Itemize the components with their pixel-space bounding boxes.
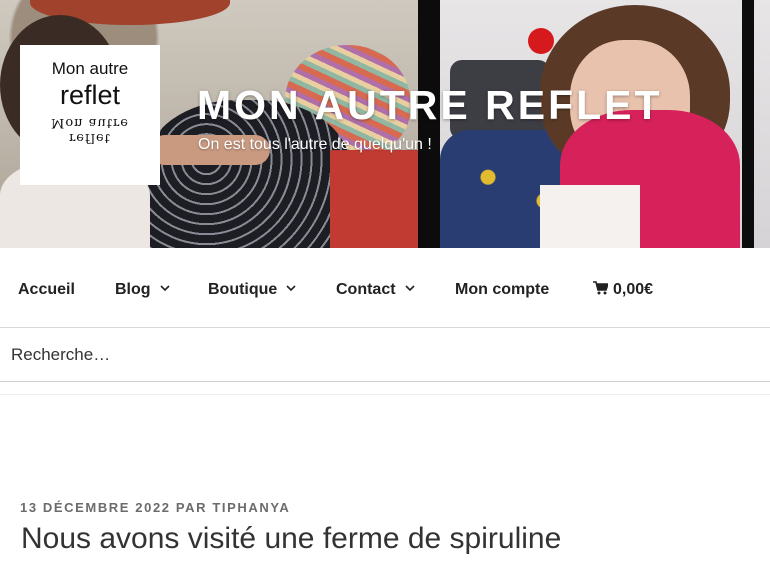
nav-item-label: Contact bbox=[336, 281, 396, 298]
header-hero-image: Mon autre reflet reflet Mon autre MON AU… bbox=[0, 0, 770, 248]
post-date[interactable]: 13 DÉCEMBRE 2022 bbox=[20, 500, 171, 515]
nav-item-blog[interactable]: Blog bbox=[115, 281, 170, 299]
main-navigation: Accueil Blog Boutique Contact Mon compte… bbox=[0, 248, 770, 328]
site-description: On est tous l'autre de quelqu'un ! bbox=[198, 136, 432, 153]
site-logo[interactable]: Mon autre reflet reflet Mon autre bbox=[20, 45, 160, 185]
search-bar bbox=[0, 329, 770, 382]
logo-text-line2: reflet bbox=[59, 80, 121, 110]
chevron-down-icon bbox=[404, 285, 415, 292]
nav-item-label: Accueil bbox=[18, 281, 75, 298]
nav-item-boutique[interactable]: Boutique bbox=[208, 281, 296, 299]
post-author[interactable]: TIPHANYA bbox=[212, 500, 290, 515]
post-title[interactable]: Nous avons visité une ferme de spiruline bbox=[21, 522, 561, 556]
logo-mirror-line1: reflet bbox=[69, 130, 111, 145]
nav-item-label: Blog bbox=[115, 281, 151, 298]
logo-text-line1: Mon autre bbox=[51, 59, 129, 78]
post-by-label: PAR bbox=[175, 500, 208, 515]
chevron-down-icon bbox=[159, 285, 170, 292]
logo-mirrored-text: reflet Mon autre bbox=[20, 115, 160, 145]
nav-item-label: Mon compte bbox=[455, 281, 550, 298]
site-title[interactable]: MON AUTRE REFLET bbox=[197, 82, 663, 129]
cart-amount: 0,00€ bbox=[613, 281, 654, 298]
chevron-down-icon bbox=[286, 285, 296, 292]
nav-item-label: Boutique bbox=[208, 281, 278, 298]
cart-icon bbox=[593, 281, 608, 295]
search-input[interactable] bbox=[0, 329, 770, 381]
logo-mirror-line2: Mon autre bbox=[51, 115, 129, 130]
post-meta: 13 DÉCEMBRE 2022 PAR TIPHANYA bbox=[20, 500, 290, 515]
nav-item-contact[interactable]: Contact bbox=[336, 281, 415, 299]
section-divider bbox=[0, 394, 770, 395]
nav-cart[interactable]: 0,00€ bbox=[593, 281, 653, 299]
nav-item-accueil[interactable]: Accueil bbox=[18, 281, 75, 299]
nav-item-mon-compte[interactable]: Mon compte bbox=[455, 281, 549, 299]
